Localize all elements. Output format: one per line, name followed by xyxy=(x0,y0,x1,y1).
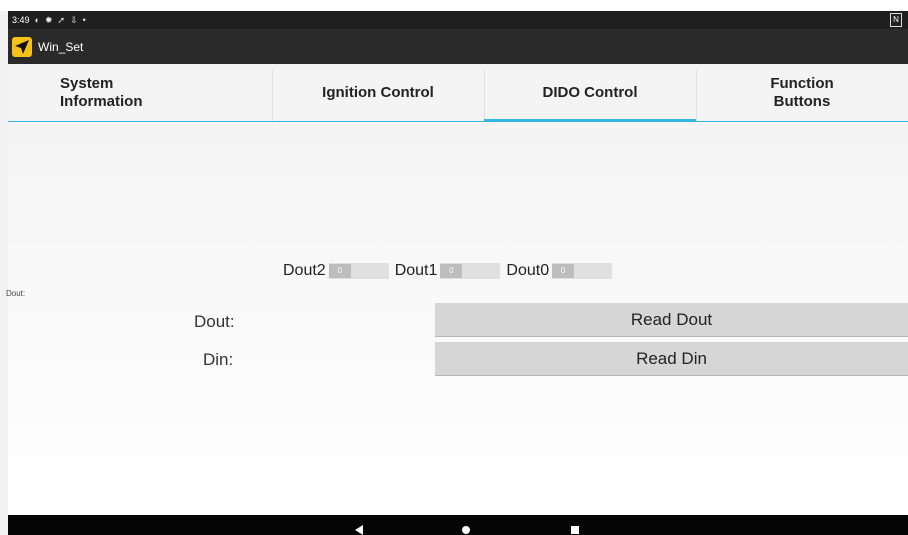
dout0-toggle[interactable]: 0 xyxy=(552,263,613,279)
tab-label-line2: Information xyxy=(60,92,143,110)
dido-control-panel: Dout2 0 Dout1 0 Dout0 0 Dout: Dout: Read… xyxy=(6,122,908,515)
tab-label: DIDO Control xyxy=(542,83,638,101)
toggle-thumb: 0 xyxy=(440,264,463,278)
tab-ignition-control[interactable]: Ignition Control xyxy=(272,64,484,121)
top-margin xyxy=(0,0,908,11)
toggle-thumb: 0 xyxy=(552,264,575,278)
tab-label-line2: Buttons xyxy=(773,92,831,110)
dout0-label: Dout0 xyxy=(506,262,550,279)
tab-label: Ignition Control xyxy=(322,83,434,101)
tab-label-line1: Function xyxy=(770,74,834,92)
back-icon[interactable] xyxy=(355,525,363,535)
dout-small-label: Dout: xyxy=(6,289,26,298)
app-bar: Win_Set xyxy=(8,29,908,64)
app-title: Win_Set xyxy=(38,39,84,54)
status-bar: 3:49 ◐ ✹ ➚ ⇩ • N xyxy=(8,11,908,29)
home-icon[interactable] xyxy=(462,526,470,534)
tab-label-line1: System xyxy=(60,74,114,92)
nfc-icon: N xyxy=(890,13,902,27)
dout2-label: Dout2 xyxy=(283,262,326,279)
location-arrow-icon: ➚ xyxy=(57,14,66,25)
app-navigation-arrow-icon xyxy=(12,36,32,57)
navigation-bar xyxy=(8,515,908,535)
dout-value-label: Dout: xyxy=(194,312,235,331)
notification-icon: ◐ xyxy=(34,15,40,25)
read-dout-button[interactable]: Read Dout xyxy=(435,303,908,337)
read-din-button[interactable]: Read Din xyxy=(435,342,908,376)
download-icon: ⇩ xyxy=(70,14,78,25)
dot-icon: • xyxy=(82,15,86,25)
tab-bar: System Information Ignition Control DIDO… xyxy=(8,64,908,122)
dout-switch-row: Dout2 0 Dout1 0 Dout0 0 xyxy=(283,262,618,280)
dout1-label: Dout1 xyxy=(394,262,438,279)
tab-system-information[interactable]: System Information xyxy=(8,64,272,121)
dout1-toggle[interactable]: 0 xyxy=(440,263,501,279)
recent-apps-icon[interactable] xyxy=(571,526,579,534)
din-value-label: Din: xyxy=(203,350,234,369)
tab-function-buttons[interactable]: Function Buttons xyxy=(696,64,908,121)
dout2-toggle[interactable]: 0 xyxy=(328,263,389,279)
tab-dido-control[interactable]: DIDO Control xyxy=(484,64,696,122)
settings-gear-icon: ✹ xyxy=(44,14,53,25)
toggle-thumb: 0 xyxy=(328,264,351,278)
status-time: 3:49 xyxy=(12,15,30,25)
